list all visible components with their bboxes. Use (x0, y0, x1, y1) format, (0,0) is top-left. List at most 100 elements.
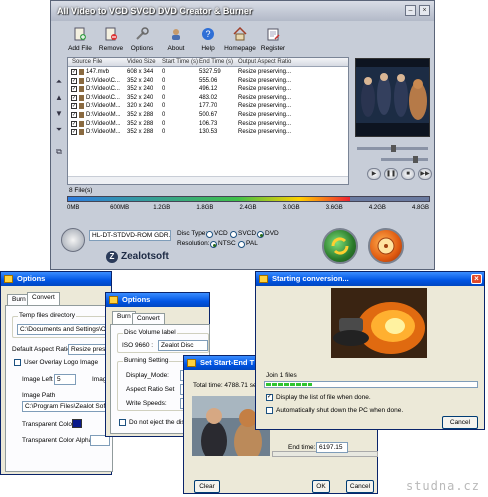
image-path-input[interactable]: C:\Program Files\Zealot Softwar (22, 401, 114, 412)
table-row[interactable]: ✓ D:\Video\C... 352 x 240 0 555.06 Resize pre… (68, 77, 348, 86)
overlay-logo-checkbox[interactable] (14, 359, 21, 366)
about-label: About (167, 45, 185, 52)
convert-button[interactable] (322, 228, 358, 264)
table-row[interactable]: ✓ D:\Video\C... 352 x 240 0 496.12 Resize pre… (68, 85, 348, 94)
list-scrollbar[interactable] (68, 176, 348, 184)
radio-ntsc[interactable] (210, 241, 217, 248)
temp-dir-input[interactable]: C:\Documents and Settings\Owner (17, 324, 113, 335)
col-start-time[interactable]: Start Time (s) (162, 58, 198, 67)
about-button[interactable]: About (159, 27, 193, 53)
seek-thumb[interactable] (391, 145, 396, 152)
end-time-input[interactable]: 6197.15 (316, 442, 348, 453)
radio-dvd[interactable] (257, 231, 264, 238)
capacity-track (67, 196, 430, 202)
options-button[interactable]: Options (125, 27, 159, 53)
tab-convert-front[interactable]: Convert (132, 313, 165, 324)
radio-vcd[interactable] (206, 231, 213, 238)
merge-icon[interactable]: ⧉ (54, 147, 64, 157)
add-file-button[interactable]: Add File (63, 27, 97, 53)
capacity-tick: 3.0GB (282, 205, 300, 211)
row-file: 147.mvb (86, 69, 110, 75)
table-row[interactable]: ✓ D:\Video\M... 320 x 240 0 177.70 Resize pre… (68, 102, 348, 111)
radio-pal[interactable] (238, 241, 245, 248)
row-ratio: Resize preserving... (238, 129, 292, 136)
homepage-label: Homepage (224, 45, 256, 52)
conversion-dialog: Starting conversion... × Join 1 files ✓ … (255, 271, 485, 430)
play-icon[interactable]: ▶ (367, 168, 381, 180)
register-icon (267, 28, 280, 41)
row-start: 0 (162, 103, 166, 110)
table-row[interactable]: ✓ 147.mvb 608 x 344 0 5327.59 Resize preservi… (68, 68, 348, 77)
row-ratio: Resize preserving... (238, 120, 292, 127)
table-row[interactable]: ✓ D:\Video\M... 352 x 288 0 500.67 Resize pre… (68, 111, 348, 120)
row-checkbox[interactable]: ✓ (71, 129, 77, 136)
col-video-size[interactable]: Video Size (127, 58, 156, 67)
stop-icon[interactable]: ■ (401, 168, 415, 180)
row-checkbox[interactable]: ✓ (71, 120, 77, 127)
row-checkbox[interactable]: ✓ (71, 69, 77, 75)
display-list-checkbox[interactable]: ✓ (266, 394, 273, 401)
help-button[interactable]: ? Help (191, 27, 225, 53)
table-row[interactable]: ✓ D:\Video\M... 352 x 288 0 106.73 Resize pre… (68, 120, 348, 129)
capacity-used (68, 197, 350, 201)
brand-name: Zealotsoft (121, 251, 169, 262)
options-back-title-text: Options (17, 274, 46, 283)
capacity-tick: 0MB (67, 205, 80, 211)
iso-label: ISO 9660 : (122, 342, 154, 349)
start-end-cancel-button[interactable]: Cancel (346, 480, 374, 493)
close-button[interactable]: × (419, 5, 430, 16)
row-checkbox[interactable]: ✓ (71, 77, 77, 84)
volume-slider[interactable] (381, 158, 428, 161)
conversion-close-button[interactable]: × (471, 274, 482, 284)
options-front-title-text: Options (122, 295, 151, 304)
remove-button[interactable]: Remove (94, 27, 128, 53)
burn-button[interactable] (368, 228, 404, 264)
register-button[interactable]: Register (256, 27, 290, 53)
tab-convert-back[interactable]: Convert (27, 292, 60, 305)
image-left-input[interactable]: 5 (54, 374, 76, 385)
row-ratio: Resize preserving... (238, 103, 292, 110)
overlay-logo-label: User Overlay Logo Image (24, 359, 99, 366)
row-checkbox[interactable]: ✓ (71, 112, 77, 118)
move-down-icon[interactable]: ▼ (54, 109, 64, 119)
row-checkbox[interactable]: ✓ (71, 86, 77, 93)
volume-label-input[interactable]: Zealot Disc (158, 340, 208, 351)
options-back-title-icon (4, 275, 13, 283)
shutdown-checkbox[interactable] (266, 407, 273, 414)
file-list[interactable]: Source File Video Size Start Time (s) En… (67, 57, 349, 185)
col-source-file[interactable]: Source File (72, 58, 102, 67)
move-up-icon[interactable]: ▲ (54, 93, 64, 103)
volume-thumb[interactable] (413, 156, 418, 163)
row-start: 0 (162, 86, 166, 93)
pause-icon[interactable]: ❚❚ (384, 168, 398, 180)
row-size: 352 x 240 (127, 86, 154, 93)
burn-disc-icon (377, 237, 395, 255)
video-file-icon (79, 103, 84, 110)
row-end: 130.53 (199, 129, 218, 136)
table-row[interactable]: ✓ D:\Video\C... 352 x 240 0 483.02 Resize pre… (68, 94, 348, 103)
options-label: Options (130, 45, 154, 52)
conversion-cancel-button[interactable]: Cancel (442, 416, 478, 429)
resolution-label: Resolution: (177, 240, 210, 247)
col-end-time[interactable]: End Time (s) (199, 58, 233, 67)
row-checkbox[interactable]: ✓ (71, 103, 77, 110)
ok-button[interactable]: OK (312, 480, 330, 493)
transparent-color-swatch[interactable] (72, 419, 82, 428)
minimize-button[interactable]: – (405, 5, 416, 16)
col-output-aspect-ratio[interactable]: Output Aspect Ratio (238, 58, 291, 67)
no-eject-checkbox[interactable] (119, 419, 126, 426)
row-file: D:\Video\M... (86, 112, 121, 118)
move-top-icon[interactable]: ⏶ (54, 77, 64, 87)
video-file-icon (79, 129, 84, 136)
convert-panel: Temp files directory C:\Documents and Se… (5, 305, 114, 472)
watermark: studna.cz (405, 479, 480, 493)
move-bottom-icon[interactable]: ⏷ (54, 125, 64, 135)
homepage-button[interactable]: Homepage (223, 26, 257, 53)
clear-button[interactable]: Clear (194, 480, 220, 493)
next-icon[interactable]: ▶▶ (418, 168, 432, 180)
table-row[interactable]: ✓ D:\Video\M... 352 x 288 0 130.53 Resize pre… (68, 128, 348, 137)
drive-select[interactable]: HL-DT-STDVD-ROM GDR... (89, 230, 171, 241)
row-end: 106.73 (199, 120, 218, 127)
row-checkbox[interactable]: ✓ (71, 94, 77, 101)
radio-svcd[interactable] (230, 231, 237, 238)
